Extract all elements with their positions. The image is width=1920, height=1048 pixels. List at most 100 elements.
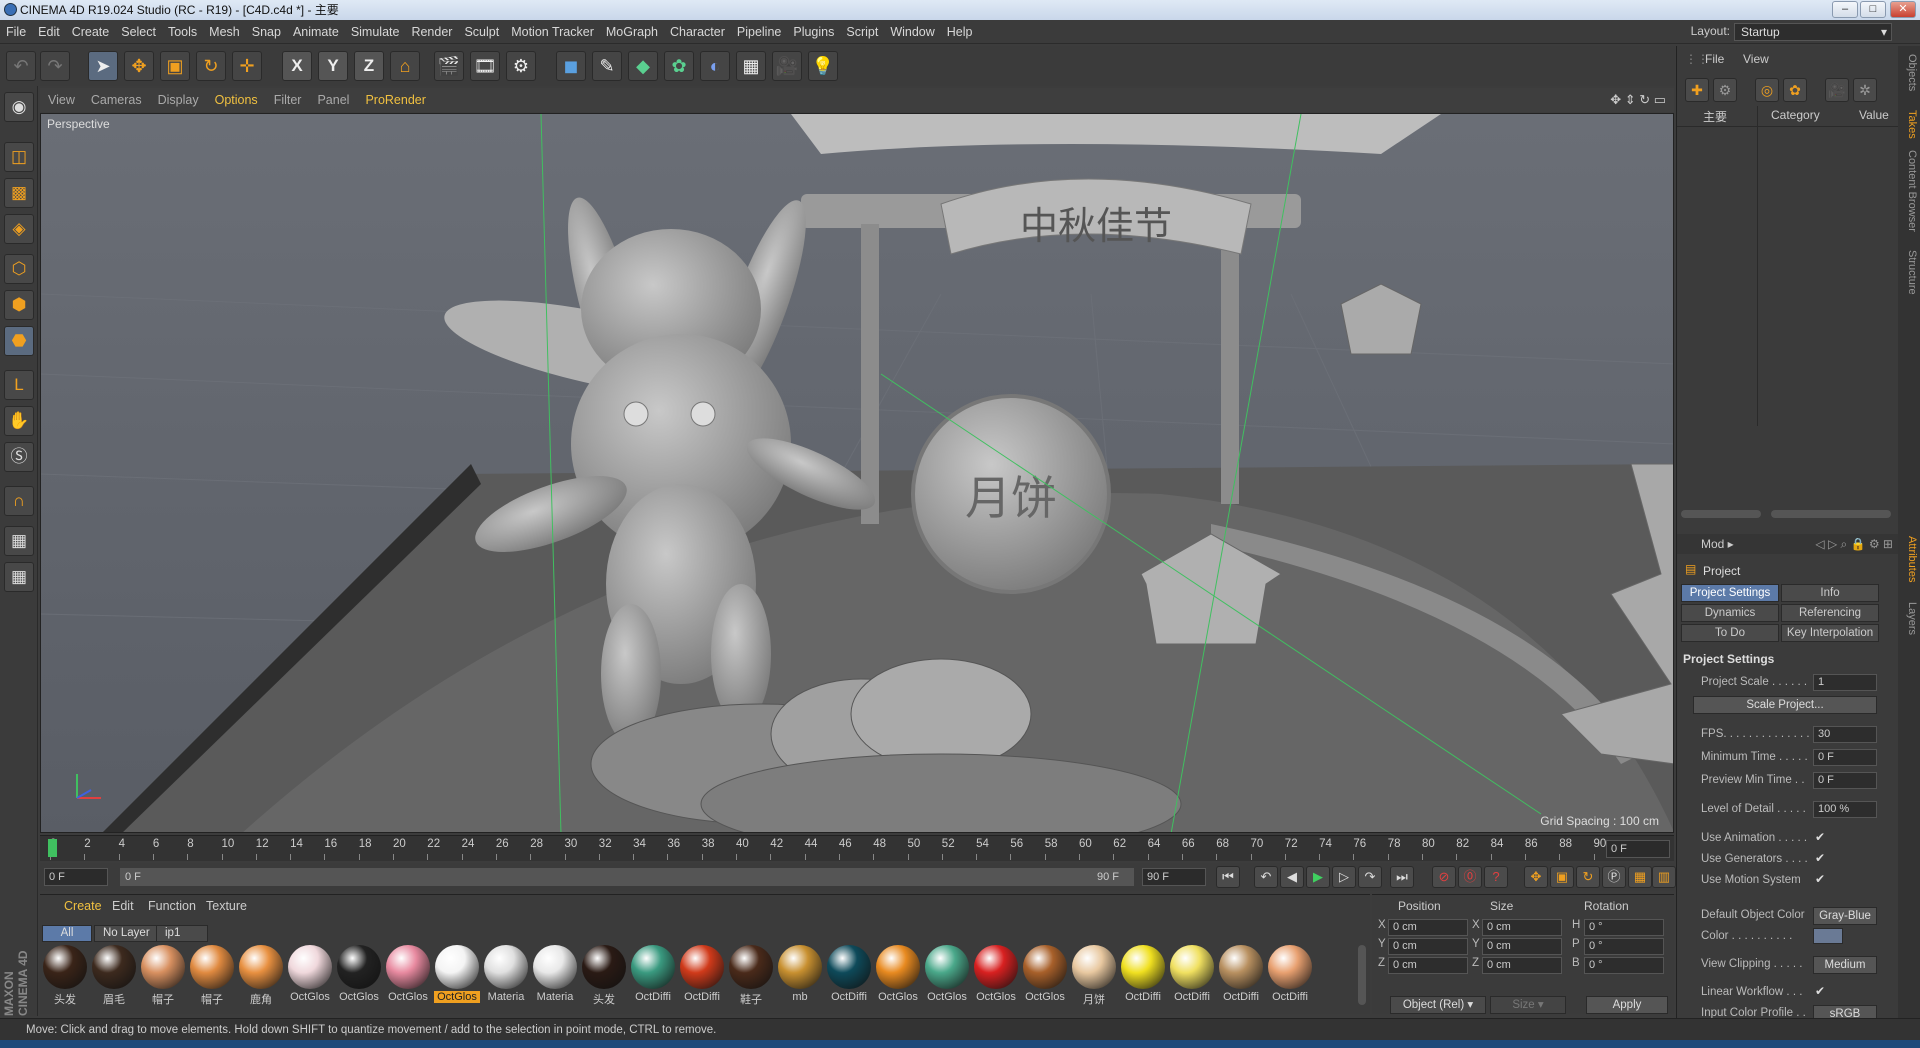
material-swatch[interactable]: OctGlos xyxy=(336,945,382,1007)
material-swatch[interactable]: OctDiffi xyxy=(1267,945,1313,1007)
menu-file[interactable]: File xyxy=(0,20,32,44)
menu-motion-tracker[interactable]: Motion Tracker xyxy=(505,20,600,44)
material-swatch[interactable]: OctGlos xyxy=(287,945,333,1007)
mm-menu-texture[interactable]: Texture xyxy=(206,899,247,913)
timeline-layout-icon[interactable]: ▥ xyxy=(1652,866,1676,888)
material-swatch[interactable]: Materia xyxy=(483,945,529,1007)
minimize-button[interactable]: – xyxy=(1832,1,1858,18)
edges-mode-icon[interactable]: ⬢ xyxy=(4,290,34,320)
current-frame-marker[interactable] xyxy=(48,839,57,857)
vp-menu-options[interactable]: Options xyxy=(207,88,266,112)
solo-mode-icon[interactable]: Ⓢ xyxy=(4,442,34,472)
vp-menu-display[interactable]: Display xyxy=(150,88,207,112)
key-rotation-icon[interactable]: ↻ xyxy=(1576,866,1600,888)
om-filter-icon[interactable]: ✲ xyxy=(1853,78,1877,102)
menu-script[interactable]: Script xyxy=(840,20,884,44)
vp-menu-view[interactable]: View xyxy=(40,88,83,112)
key-position-icon[interactable]: ✥ xyxy=(1524,866,1548,888)
mm-tab-all[interactable]: All xyxy=(42,925,92,942)
tweak-mode-icon[interactable]: ✋ xyxy=(4,406,34,436)
key-parameter-icon[interactable]: Ⓟ xyxy=(1602,866,1626,888)
axis-x-button[interactable]: X xyxy=(282,51,312,81)
next-frame-icon[interactable]: ▷ xyxy=(1332,866,1356,888)
color-swatch[interactable] xyxy=(1813,928,1843,944)
attr-tab-referencing[interactable]: Referencing xyxy=(1781,604,1879,622)
attr-tab-to-do[interactable]: To Do xyxy=(1681,624,1779,642)
select-tool-icon[interactable]: ➤ xyxy=(88,51,118,81)
vp-menu-filter[interactable]: Filter xyxy=(266,88,310,112)
linear-workflow-checkbox[interactable]: ✔ xyxy=(1815,984,1825,998)
polygons-mode-icon[interactable]: ⬣ xyxy=(4,326,34,356)
menu-pipeline[interactable]: Pipeline xyxy=(731,20,787,44)
om-tag-icon[interactable]: ◎ xyxy=(1755,78,1779,102)
material-swatch[interactable]: OctGlos xyxy=(924,945,970,1007)
layout-select[interactable]: Startup ▾ xyxy=(1734,23,1892,41)
material-swatch[interactable]: OctDiffi xyxy=(826,945,872,1007)
use-generators-checkbox[interactable]: ✔ xyxy=(1815,851,1825,865)
om-scrollbar-right[interactable] xyxy=(1771,510,1891,518)
use-motion-system-checkbox[interactable]: ✔ xyxy=(1815,872,1825,886)
size-field[interactable]: 0 cm xyxy=(1482,938,1562,955)
fps-field[interactable]: 30 xyxy=(1813,726,1877,743)
mm-menu-edit[interactable]: Edit xyxy=(112,899,134,913)
mm-tab-ip1[interactable]: ip1 xyxy=(156,925,208,942)
undo-icon[interactable]: ↶ xyxy=(6,51,36,81)
scale-project-button[interactable]: Scale Project... xyxy=(1693,696,1877,714)
coord-size-select[interactable]: Size ▾ xyxy=(1490,996,1566,1014)
material-swatch[interactable]: OctDiffi xyxy=(679,945,725,1007)
size-field[interactable]: 0 cm xyxy=(1482,919,1562,936)
project-scale-field[interactable]: 1 xyxy=(1813,674,1877,691)
texture-mode-icon[interactable]: ▩ xyxy=(4,178,34,208)
material-swatch[interactable]: OctGlos xyxy=(385,945,431,1007)
attr-tab-project-settings[interactable]: Project Settings xyxy=(1681,584,1779,602)
frame-range-slider[interactable]: 0 F 90 F xyxy=(120,868,1134,886)
cube-primitive-icon[interactable]: ◼ xyxy=(556,51,586,81)
material-swatch[interactable]: 帽子 xyxy=(140,945,186,1007)
pen-spline-icon[interactable]: ✎ xyxy=(592,51,622,81)
menu-tools[interactable]: Tools xyxy=(162,20,203,44)
position-field[interactable]: 0 cm xyxy=(1388,938,1468,955)
prev-key-icon[interactable]: ↶ xyxy=(1254,866,1278,888)
mm-menu-create[interactable]: Create xyxy=(64,899,102,913)
cloner-icon[interactable]: ✿ xyxy=(664,51,694,81)
axis-mode-icon[interactable]: L xyxy=(4,370,34,400)
om-settings-icon[interactable]: ⚙ xyxy=(1713,78,1737,102)
lock-workplane-icon[interactable]: ▦ xyxy=(4,526,34,556)
menu-render[interactable]: Render xyxy=(405,20,458,44)
material-swatch[interactable]: OctDiffi xyxy=(1218,945,1264,1007)
attr-tab-info[interactable]: Info xyxy=(1781,584,1879,602)
menu-plugins[interactable]: Plugins xyxy=(787,20,840,44)
size-field[interactable]: 0 cm xyxy=(1482,957,1562,974)
material-swatch[interactable]: 月饼 xyxy=(1071,945,1117,1007)
preview-min-time-field[interactable]: 0 F xyxy=(1813,772,1877,789)
menu-animate[interactable]: Animate xyxy=(287,20,345,44)
viewport-nav-icons[interactable]: ✥ ⇕ ↻ ▭ xyxy=(1610,92,1666,108)
side-tab-layers[interactable]: Layers xyxy=(1900,602,1918,635)
rotate-tool-icon[interactable]: ↻ xyxy=(196,51,226,81)
menu-window[interactable]: Window xyxy=(884,20,940,44)
side-tab-objects[interactable]: Objects xyxy=(1900,54,1918,91)
menu-select[interactable]: Select xyxy=(115,20,162,44)
level-of-detail-field[interactable]: 100 % xyxy=(1813,801,1877,818)
material-swatch[interactable]: OctDiffi xyxy=(630,945,676,1007)
rotation-field[interactable]: 0 ° xyxy=(1584,957,1664,974)
material-swatch[interactable]: OctGlos xyxy=(973,945,1019,1007)
side-tab-attributes[interactable]: Attributes xyxy=(1900,536,1918,582)
material-swatch[interactable]: 鞋子 xyxy=(728,945,774,1007)
axis-z-button[interactable]: Z xyxy=(354,51,384,81)
material-swatch[interactable]: mb xyxy=(777,945,823,1007)
attr-tab-key-interpolation[interactable]: Key Interpolation xyxy=(1781,624,1879,642)
side-tab-structure[interactable]: Structure xyxy=(1900,250,1918,295)
camera-icon[interactable]: 🎥 xyxy=(772,51,802,81)
om-menu-view[interactable]: View xyxy=(1743,52,1769,66)
menu-snap[interactable]: Snap xyxy=(246,20,287,44)
rotation-field[interactable]: 0 ° xyxy=(1584,938,1664,955)
floor-icon[interactable]: ▦ xyxy=(736,51,766,81)
vp-menu-prorender[interactable]: ProRender xyxy=(357,88,433,112)
viewport-perspective[interactable]: 中秋佳节 月饼 Perspective Grid Spacing : 100 c… xyxy=(40,113,1674,833)
om-material-icon[interactable]: ✿ xyxy=(1783,78,1807,102)
deformer-icon[interactable]: ◐ xyxy=(700,51,730,81)
attr-tab-dynamics[interactable]: Dynamics xyxy=(1681,604,1779,622)
material-swatch[interactable]: 头发 xyxy=(42,945,88,1007)
use-animation-checkbox[interactable]: ✔ xyxy=(1815,830,1825,844)
